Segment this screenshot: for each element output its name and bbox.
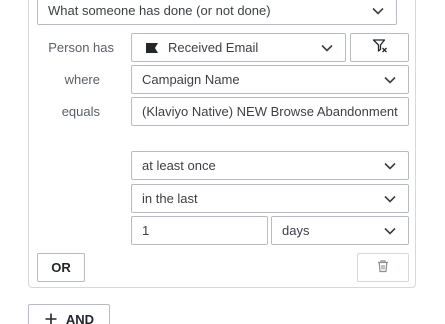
- filter-remove-icon: [372, 38, 388, 57]
- or-button-label: OR: [51, 260, 71, 275]
- plus-icon: [44, 312, 58, 324]
- time-unit-value: days: [282, 223, 310, 238]
- segment-condition-editor: What someone has done (or not done) Pers…: [0, 0, 445, 324]
- chevron-down-icon: [382, 158, 398, 174]
- and-button-label: AND: [65, 311, 95, 324]
- timeframe-value: in the last: [142, 191, 198, 206]
- condition-type-value: What someone has done (or not done): [48, 3, 271, 18]
- filter-remove-button[interactable]: [350, 33, 409, 62]
- property-value-text: (Klaviyo Native) NEW Browse Abandonment:: [142, 104, 398, 119]
- condition-type-select[interactable]: What someone has done (or not done): [37, 0, 397, 25]
- chevron-down-icon: [319, 40, 335, 56]
- metric-select[interactable]: Received Email: [131, 33, 346, 62]
- delete-condition-button[interactable]: [357, 253, 409, 282]
- count-value: 1: [142, 223, 150, 238]
- chevron-down-icon: [370, 3, 386, 19]
- time-unit-select[interactable]: days: [271, 216, 409, 245]
- where-label: where: [64, 72, 100, 87]
- chevron-down-icon: [382, 191, 398, 207]
- chevron-down-icon: [382, 223, 398, 239]
- person-has-label: Person has: [48, 40, 114, 55]
- trash-icon: [376, 259, 390, 276]
- frequency-select[interactable]: at least once: [131, 151, 409, 180]
- equals-label: equals: [61, 104, 100, 119]
- property-value-input[interactable]: (Klaviyo Native) NEW Browse Abandonment:: [131, 97, 409, 126]
- frequency-value: at least once: [142, 158, 216, 173]
- count-input[interactable]: 1: [131, 216, 268, 245]
- metric-value: Received Email: [168, 40, 259, 55]
- property-select[interactable]: Campaign Name: [131, 65, 409, 94]
- chevron-down-icon: [382, 72, 398, 88]
- or-button[interactable]: OR: [37, 253, 85, 282]
- property-value: Campaign Name: [142, 72, 240, 87]
- email-flag-icon: [146, 42, 158, 53]
- and-button[interactable]: AND: [28, 304, 110, 324]
- timeframe-select[interactable]: in the last: [131, 184, 409, 213]
